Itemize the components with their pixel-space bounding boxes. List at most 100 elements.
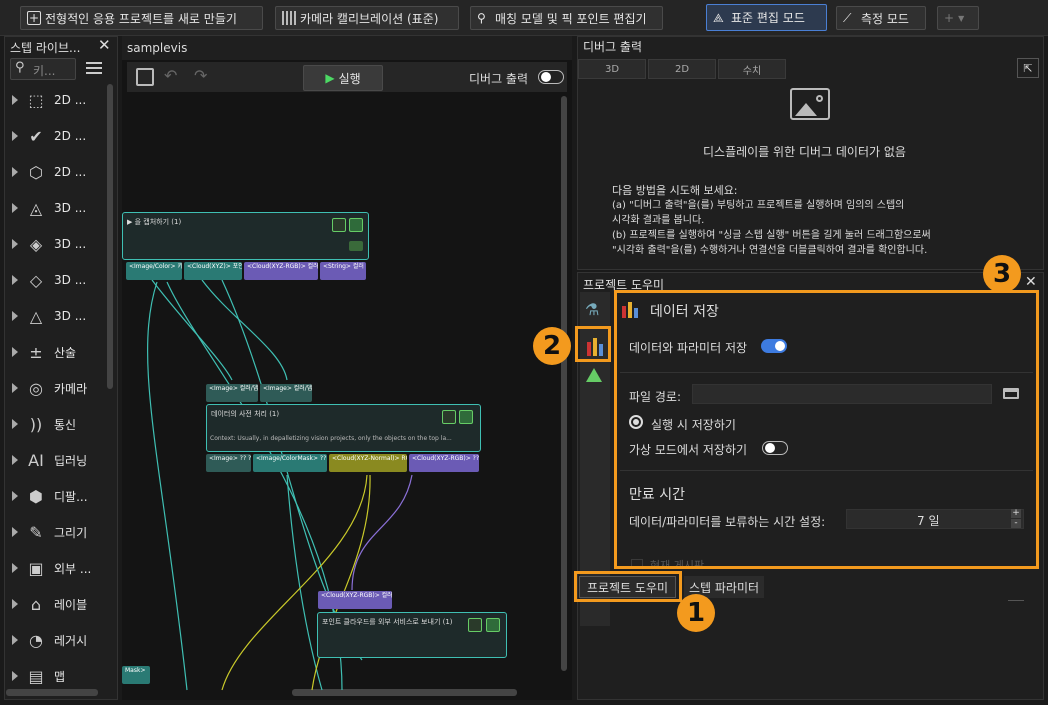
- library-item[interactable]: ⬢ 디팔...: [12, 481, 102, 511]
- camera-calib-label: 카메라 캘리브레이션 (표준): [300, 11, 439, 26]
- preprocess-node[interactable]: 데이터의 사전 처리 (1) Context: Usually, in depa…: [206, 404, 481, 452]
- new-project-button[interactable]: + 전형적인 응용 프로젝트를 새로 만들기: [20, 6, 263, 30]
- image-placeholder-icon: [790, 88, 830, 120]
- 3d-layer-icon: ◈: [29, 234, 43, 254]
- standard-mode-button[interactable]: ⟁ 표준 편집 모드: [706, 4, 827, 31]
- node-collapse-icon[interactable]: [468, 618, 482, 632]
- library-item[interactable]: ⌂ 레이블: [12, 589, 102, 619]
- search-input[interactable]: 키...: [33, 62, 55, 79]
- node-collapse-icon[interactable]: [442, 410, 456, 424]
- canvas-tab[interactable]: [122, 36, 572, 60]
- sort-icon[interactable]: [86, 62, 102, 74]
- highlight-box-3: [614, 290, 1039, 569]
- callout-badge-2: 2: [533, 327, 571, 365]
- debug-tab-values[interactable]: 수치: [718, 59, 786, 79]
- node-pin-icon[interactable]: [459, 410, 473, 424]
- matching-editor-button[interactable]: ⚲ 매칭 모델 및 픽 포인트 편집기: [470, 6, 663, 30]
- library-item-label: 산술: [54, 345, 77, 360]
- chevron-right-icon[interactable]: [12, 347, 18, 357]
- 2d-check-icon: ✔: [29, 126, 43, 146]
- library-item[interactable]: ◔ 레거시: [12, 625, 102, 655]
- 3d-cube-icon: ◇: [29, 270, 43, 290]
- 3d-tri-icon: △: [29, 306, 43, 326]
- chevron-right-icon[interactable]: [12, 563, 18, 573]
- matching-label: 매칭 모델 및 픽 포인트 편집기: [495, 11, 647, 26]
- library-item[interactable]: ⬚ 2D ...: [12, 85, 102, 115]
- send-cloud-node[interactable]: 포인트 클라우드를 외부 서비스로 보내기 (1): [317, 612, 507, 658]
- chevron-right-icon[interactable]: [12, 671, 18, 681]
- library-item[interactable]: ◬ 3D ...: [12, 193, 102, 223]
- map-icon: ▤: [28, 666, 44, 686]
- chevron-right-icon[interactable]: [12, 95, 18, 105]
- chevron-down-icon: ▼: [958, 13, 965, 23]
- flask-icon[interactable]: ⚗: [585, 300, 599, 319]
- chevron-right-icon[interactable]: [12, 383, 18, 393]
- node-pin-icon[interactable]: [349, 218, 363, 232]
- chevron-right-icon[interactable]: [12, 131, 18, 141]
- chevron-right-icon[interactable]: [12, 491, 18, 501]
- library-item-label: 2D ...: [54, 165, 87, 179]
- library-item[interactable]: ◎ 카메라: [12, 373, 102, 403]
- library-item[interactable]: )) 통신: [12, 409, 102, 439]
- debug-panel-title: 디버그 출력: [583, 40, 643, 54]
- search-box[interactable]: ⚲ 키...: [10, 58, 76, 80]
- close-icon[interactable]: ✕: [1025, 274, 1037, 290]
- chevron-right-icon[interactable]: [12, 635, 18, 645]
- library-item[interactable]: △ 3D ...: [12, 301, 102, 331]
- chevron-right-icon[interactable]: [12, 239, 18, 249]
- hint-line: 시각화 결과를 봅니다.: [612, 215, 705, 226]
- camera-calib-button[interactable]: 카메라 캘리브레이션 (표준): [275, 6, 459, 30]
- library-item[interactable]: ◈ 3D ...: [12, 229, 102, 259]
- library-item[interactable]: ± 산술: [12, 337, 102, 367]
- library-item[interactable]: ◇ 3D ...: [12, 265, 102, 295]
- 2d-hex-icon: ⬡: [29, 162, 43, 182]
- chevron-right-icon[interactable]: [12, 167, 18, 177]
- node-collapse-icon[interactable]: [332, 218, 346, 232]
- mask-port[interactable]: Mask>: [122, 666, 150, 684]
- node-pin-icon[interactable]: [486, 618, 500, 632]
- measure-mode-button[interactable]: ⟋ 측정 모드: [836, 6, 926, 30]
- library-item-label: 외부 ...: [54, 561, 92, 576]
- new-project-icon: +: [27, 11, 41, 25]
- add-mode-button[interactable]: + ▼: [937, 6, 979, 30]
- library-item-label: 맵: [54, 669, 66, 684]
- input-port[interactable]: <Image> 컬러/뎁스 맵: [206, 384, 258, 402]
- chevron-right-icon[interactable]: [12, 275, 18, 285]
- chevron-right-icon[interactable]: [12, 599, 18, 609]
- chevron-right-icon[interactable]: [12, 419, 18, 429]
- output-port[interactable]: <Image/Color> 카메라 컬러 맵: [126, 262, 182, 280]
- chevron-right-icon[interactable]: [12, 527, 18, 537]
- library-scrollbar[interactable]: [107, 84, 113, 389]
- output-port[interactable]: <Cloud(XYZ)> 포인트 클라우드: [184, 262, 242, 280]
- close-icon[interactable]: ✕: [98, 36, 111, 54]
- capture-node[interactable]: ▶ 을 캡처하기 (1): [122, 212, 369, 260]
- output-port[interactable]: <Cloud(XYZ-RGB)> ??? ?? ???: [409, 454, 479, 472]
- measure-mode-label: 측정 모드: [861, 11, 909, 26]
- external-window-icon[interactable]: ⇱: [1017, 58, 1039, 78]
- chevron-right-icon[interactable]: [12, 203, 18, 213]
- library-item[interactable]: ✔ 2D ...: [12, 121, 102, 151]
- library-item[interactable]: ▣ 외부 ...: [12, 553, 102, 583]
- library-item-label: 통신: [54, 417, 77, 432]
- triangle-tool-icon[interactable]: [586, 368, 602, 382]
- legacy-icon: ◔: [29, 630, 43, 650]
- tab-divider: [1008, 600, 1024, 601]
- library-item[interactable]: ⬡ 2D ...: [12, 157, 102, 187]
- input-port[interactable]: <Image> 컬러/뎁스 맵: [260, 384, 312, 402]
- library-title: 스텝 라이브...: [10, 41, 81, 55]
- library-item-label: 3D ...: [54, 201, 87, 215]
- library-item[interactable]: AI 딥러닝: [12, 445, 102, 475]
- library-item[interactable]: ▤ 맵: [12, 661, 102, 691]
- chevron-right-icon[interactable]: [12, 311, 18, 321]
- output-port[interactable]: <Image> ?? ??? ???: [206, 454, 251, 472]
- library-item[interactable]: ✎ 그리기: [12, 517, 102, 547]
- output-port[interactable]: <String> 컬러 맵 경로: [320, 262, 366, 280]
- input-port[interactable]: <Cloud(XYZ-RGB)> 컬러 포인트 클라우드: [318, 591, 392, 609]
- chevron-right-icon[interactable]: [12, 455, 18, 465]
- debug-tab-2d[interactable]: 2D: [648, 59, 716, 79]
- debug-tab-3d[interactable]: 3D: [578, 59, 646, 79]
- output-port[interactable]: <Image/ColorMask> ?? ?? ???: [253, 454, 327, 472]
- tag-icon: ⌂: [30, 594, 42, 614]
- output-port[interactable]: <Cloud(XYZ-Normal)> ROI?? ??? ????: [329, 454, 407, 472]
- output-port[interactable]: <Cloud(XYZ-RGB)> 컬러 포인트 클라우드: [244, 262, 318, 280]
